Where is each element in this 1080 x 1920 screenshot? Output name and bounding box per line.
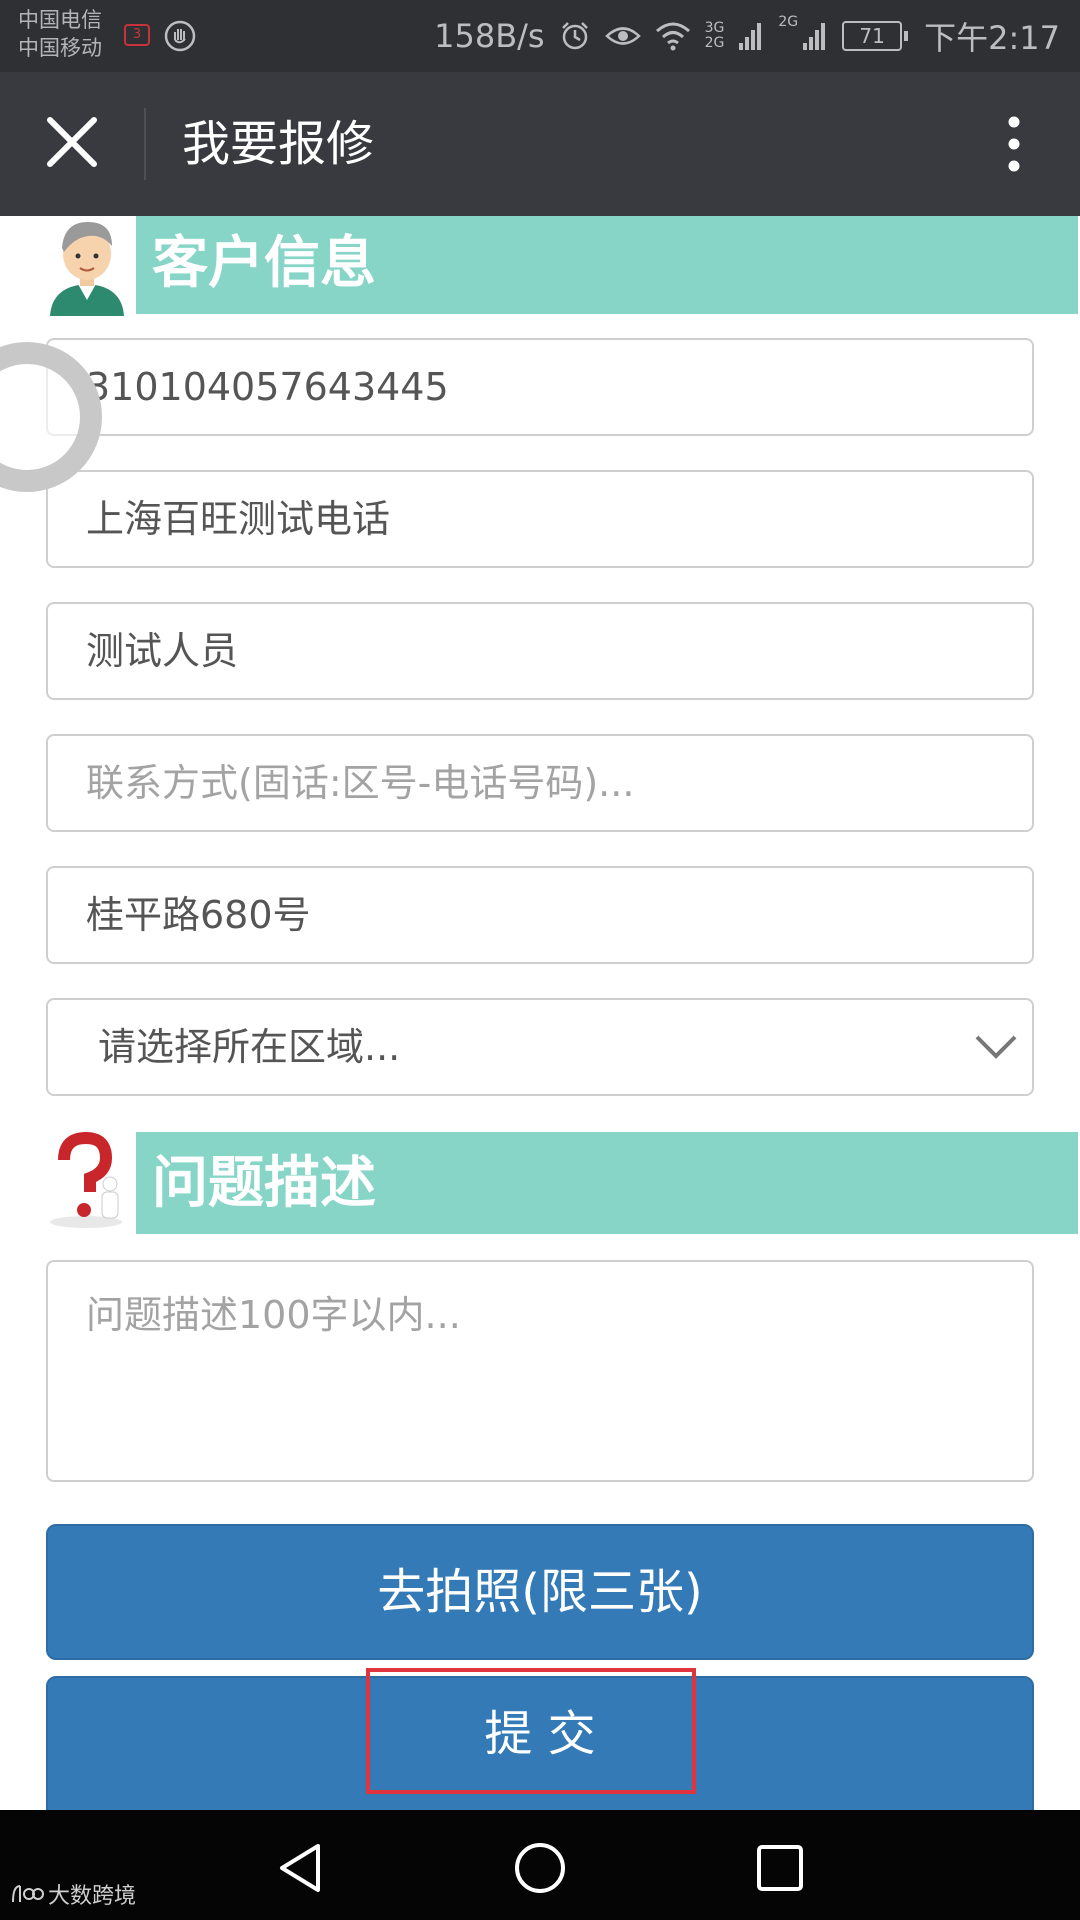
network-speed: 158B/s: [434, 17, 545, 55]
section-title: 客户信息: [152, 231, 376, 296]
sim-badge: 3: [124, 24, 150, 46]
question-mark-icon: [50, 1131, 122, 1228]
problem-description-input[interactable]: 问题描述100字以内...: [46, 1260, 1034, 1482]
network-type-1: 3G 2G: [704, 20, 725, 51]
signal-icon-2: [803, 23, 826, 50]
watermark-text: 大数跨境: [48, 1884, 137, 1909]
carrier-info: 中国电信 中国移动: [18, 6, 102, 62]
region-select[interactable]: 请选择所在区域...: [46, 998, 1034, 1096]
problem-header: 问题描述: [44, 1130, 1078, 1234]
alarm-icon: [561, 22, 588, 50]
back-nav-icon[interactable]: [272, 1840, 328, 1896]
submit-highlight-box: [366, 1668, 696, 1794]
battery-icon: 71: [842, 21, 909, 51]
watermark: 大数跨境: [10, 1878, 136, 1910]
title-bar: 我要报修: [0, 72, 1080, 216]
carrier-2: 中国移动: [18, 36, 102, 60]
take-photo-button[interactable]: 去拍照(限三张): [46, 1524, 1034, 1660]
clock: 下午2:17: [924, 19, 1060, 57]
navigation-bar: [0, 1810, 1080, 1920]
signal-icon-1: [739, 23, 762, 50]
section-title: 问题描述: [152, 1151, 376, 1216]
page-title: 我要报修: [182, 116, 375, 172]
customer-avatar-icon: [50, 222, 124, 316]
carrier-1: 中国电信: [18, 8, 102, 32]
hand-icon: [164, 20, 196, 52]
eye-icon: [604, 27, 641, 45]
home-nav-icon[interactable]: [512, 1840, 568, 1896]
wifi-icon: [655, 22, 690, 51]
address-field[interactable]: 桂平路680号: [46, 866, 1034, 964]
divider: [144, 108, 146, 180]
phone-field[interactable]: 联系方式(固话:区号-电话号码)...: [46, 734, 1034, 832]
account-field[interactable]: 310104057643445: [46, 338, 1034, 436]
close-icon[interactable]: [36, 106, 108, 178]
contact-person-field[interactable]: 测试人员: [46, 602, 1034, 700]
status-bar: 中国电信 中国移动 3 158B/s 3G 2G 2G 71 下午2:17: [0, 0, 1080, 72]
network-type-2: 2G: [778, 14, 799, 30]
chevron-down-icon: [975, 1035, 1017, 1059]
company-field[interactable]: 上海百旺测试电话: [46, 470, 1034, 568]
region-select-value: 请选择所在区域...: [98, 1025, 401, 1069]
more-menu-icon[interactable]: [984, 104, 1044, 184]
customer-info-header: 客户信息: [44, 216, 1078, 320]
watermark-logo-icon: [12, 1885, 44, 1903]
recents-nav-icon[interactable]: [752, 1840, 808, 1896]
status-icons: 158B/s 3G 2G 2G 71 下午2:17: [434, 14, 1060, 58]
